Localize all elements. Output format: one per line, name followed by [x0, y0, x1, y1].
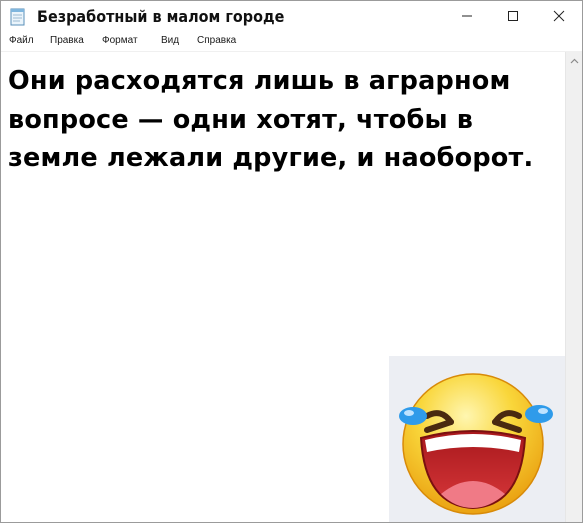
menu-bar: Файл Правка Формат Вид Справка	[1, 33, 582, 52]
window-title: Безработный в малом городе	[37, 7, 285, 26]
document-line: вопросе — одни хотят, чтобы в	[8, 104, 474, 135]
menu-file[interactable]: Файл	[9, 35, 34, 46]
menu-format[interactable]: Формат	[102, 35, 138, 46]
notepad-window: Безработный в малом городе Файл Правка Ф…	[0, 0, 583, 523]
menu-view[interactable]: Вид	[161, 35, 179, 46]
notepad-icon	[10, 8, 25, 26]
minimize-button[interactable]	[444, 1, 490, 31]
menu-edit[interactable]: Правка	[50, 35, 84, 46]
laughing-emoji-sticker	[389, 356, 565, 522]
document-text[interactable]: Они расходятся лишь в аграрном вопросе —…	[8, 62, 560, 178]
laughing-crying-emoji-icon	[399, 373, 553, 515]
close-icon	[553, 10, 565, 22]
maximize-icon	[508, 11, 518, 21]
menu-help[interactable]: Справка	[197, 35, 236, 46]
minimize-icon	[462, 15, 472, 17]
close-button[interactable]	[536, 1, 582, 31]
scroll-up-button[interactable]	[566, 52, 582, 69]
vertical-scrollbar[interactable]	[565, 52, 582, 522]
chevron-up-icon	[570, 58, 579, 63]
maximize-button[interactable]	[490, 1, 536, 31]
title-bar[interactable]: Безработный в малом городе	[1, 1, 582, 33]
document-line: Они расходятся лишь в аграрном	[8, 66, 511, 96]
document-line: земле лежали другие, и наоборот.	[8, 143, 534, 173]
